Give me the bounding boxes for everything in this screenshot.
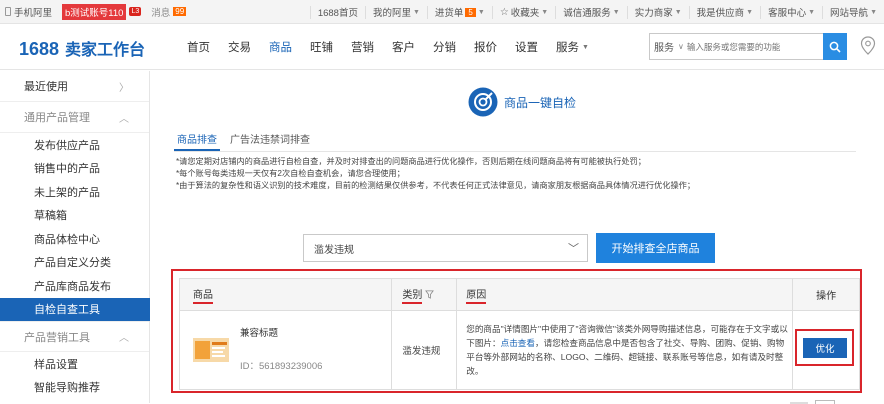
search-button[interactable] — [823, 33, 847, 60]
caret-down-icon: ▼ — [412, 8, 420, 16]
topbar-link-1[interactable]: 我的阿里 ▼ — [364, 5, 427, 19]
topbar-link-5[interactable]: 实力商家 ▼ — [626, 5, 689, 19]
sidebar-item-6[interactable]: 产品库商品发布 — [0, 274, 149, 298]
sidebar-item-7[interactable]: 自检自查工具 — [0, 297, 150, 321]
pagination-current[interactable] — [815, 400, 835, 404]
category-value: 滥发违规 — [402, 346, 441, 357]
chevron-right-icon: 〉 — [119, 82, 129, 94]
topbar-link-2[interactable]: 进货单 5 ▼ — [426, 5, 492, 19]
reason-text: 您的商品"详情图片"中使用了"咨询微信"该类外网导购描述信息，可能存在于文字或以… — [466, 324, 788, 376]
topbar-link-0[interactable]: 1688首页 — [309, 5, 365, 19]
sidebar-item-1[interactable]: 销售中的产品 — [0, 157, 149, 181]
sidebar-item-4[interactable]: 商品体检中心 — [0, 227, 149, 251]
nav-item-1[interactable]: 交易 — [219, 24, 260, 70]
message-link[interactable]: 消息 99 — [146, 0, 191, 23]
level-badge: L3 — [129, 7, 142, 16]
chevron-down-icon: ∨ — [678, 42, 684, 51]
view-link[interactable]: 点击查看 — [501, 338, 535, 348]
search-scope-select[interactable]: 服务 ∨ — [650, 39, 687, 54]
search-box: 服务 ∨ — [649, 33, 847, 60]
cart-count-badge: 5 — [465, 7, 476, 17]
chevron-up-icon: ︿ — [119, 333, 129, 344]
product-id: ID：561893239006 — [240, 360, 323, 372]
caret-down-icon: ▼ — [541, 8, 549, 16]
sidebar: 最近使用 〉 通用产品管理 ︿ 发布供应产品 销售中的产品 未上架的产品 草稿箱 商品体… — [0, 71, 150, 403]
nav-item-4[interactable]: 营销 — [342, 24, 383, 70]
main-content: 商品一键自检 商品排查 广告法违禁词排查 *请您定期对店铺内的商品进行自检自查，… — [165, 71, 884, 404]
sidebar-item-0[interactable]: 发布供应产品 — [0, 133, 149, 157]
tab-ad-law-check[interactable]: 广告法违禁词排查 — [227, 131, 313, 149]
sidebar-item-marketing-1[interactable]: 智能导购推荐 — [0, 376, 149, 400]
self-check-icon — [468, 87, 498, 117]
table-row: 兼容标题 ID：561893239006 滥发违规 您的商品"详情图片"中使用了… — [180, 311, 859, 389]
table-header: 商品 类别 原因 操作 — [180, 279, 859, 311]
sidebar-group-marketing[interactable]: 产品营销工具 ︿ — [0, 321, 149, 352]
page-title: 商品一键自检 — [468, 87, 576, 117]
tab-product-check[interactable]: 商品排查 — [174, 131, 220, 151]
caret-down-icon: ▼ — [612, 8, 620, 16]
topbar-link-4[interactable]: 诚信通服务 ▼ — [555, 5, 626, 19]
product-title[interactable]: 兼容标题 — [240, 325, 322, 339]
account-name: b测试账号110 — [62, 3, 127, 20]
mobile-link[interactable]: 手机阿里 — [0, 0, 57, 23]
nav-item-8[interactable]: 设置 — [506, 24, 547, 70]
topbar-link-3[interactable]: ☆ 收藏夹 ▼ — [491, 5, 555, 19]
caret-down-icon: ▼ — [477, 8, 485, 16]
top-bar: 手机阿里 b测试账号110 L3 消息 99 1688首页 我的阿里 ▼ 进货单 5 ▼ ☆… — [0, 0, 884, 24]
search-icon — [829, 41, 841, 53]
logo[interactable]: 1688 卖家工作台 — [19, 36, 145, 60]
divider — [174, 151, 856, 152]
caret-down-icon: ▼ — [674, 8, 682, 16]
results-table: 商品 类别 原因 操作 兼容标题 ID：561893239006 滥发违规 您的… — [179, 278, 860, 390]
chevron-up-icon: ︿ — [119, 113, 129, 125]
location-pin-icon[interactable] — [860, 36, 876, 56]
col-category: 类别 — [402, 286, 423, 304]
nav-item-9[interactable]: 服务 ▼ — [547, 24, 598, 70]
sidebar-item-marketing-0[interactable]: 样品设置 — [0, 352, 149, 376]
col-reason: 原因 — [466, 286, 487, 304]
caret-down-icon: ▼ — [746, 8, 754, 16]
nav-item-3[interactable]: 旺铺 — [301, 24, 342, 70]
nav-item-6[interactable]: 分销 — [424, 24, 465, 70]
caret-down-icon: ▼ — [808, 8, 816, 16]
caret-down-icon: ▼ — [582, 43, 589, 51]
sidebar-item-2[interactable]: 未上架的产品 — [0, 180, 149, 204]
header: 1688 卖家工作台 首页 交易 商品 旺铺 营销 客户 分销 报价 设置 服务 ▼ 服务 ∨ — [0, 24, 884, 70]
scan-all-products-button[interactable]: 开始排查全店商品 — [596, 233, 715, 263]
topbar-link-6[interactable]: 我是供应商 ▼ — [688, 5, 760, 19]
nav-item-7[interactable]: 报价 — [465, 24, 506, 70]
violation-type-select[interactable]: 滥发违规 ﹀ — [303, 234, 588, 262]
account-menu[interactable]: b测试账号110 L3 — [57, 0, 146, 23]
phone-icon — [5, 7, 11, 16]
sidebar-recent[interactable]: 最近使用 〉 — [0, 71, 149, 102]
nav-item-2[interactable]: 商品 — [260, 24, 301, 70]
col-action: 操作 — [816, 291, 837, 302]
filter-icon[interactable] — [425, 290, 435, 299]
tab-bar: 商品排查 广告法违禁词排查 — [174, 131, 320, 151]
col-product: 商品 — [193, 286, 213, 304]
nav-item-5[interactable]: 客户 — [383, 24, 424, 70]
optimize-button[interactable]: 优化 — [803, 338, 847, 358]
product-thumbnail[interactable] — [193, 338, 229, 362]
topbar-link-7[interactable]: 客服中心 ▼ — [760, 5, 822, 19]
star-icon: ☆ — [499, 6, 509, 18]
main-nav: 首页 交易 商品 旺铺 营销 客户 分销 报价 设置 服务 ▼ — [178, 24, 598, 70]
caret-down-icon: ▼ — [870, 8, 877, 16]
message-count-badge: 99 — [173, 7, 187, 16]
nav-item-0[interactable]: 首页 — [178, 24, 219, 70]
chevron-down-icon: ﹀ — [568, 243, 579, 255]
sidebar-item-5[interactable]: 产品自定义分类 — [0, 251, 149, 275]
topbar-link-8[interactable]: 网站导航 ▼ — [822, 5, 884, 19]
sidebar-group-general[interactable]: 通用产品管理 ︿ — [0, 102, 149, 133]
notice-text: *请您定期对店铺内的商品进行自检自查，并及时对排查出的问题商品进行优化操作，否则… — [176, 157, 696, 190]
sidebar-item-3[interactable]: 草稿箱 — [0, 204, 149, 228]
search-input[interactable] — [686, 41, 812, 52]
